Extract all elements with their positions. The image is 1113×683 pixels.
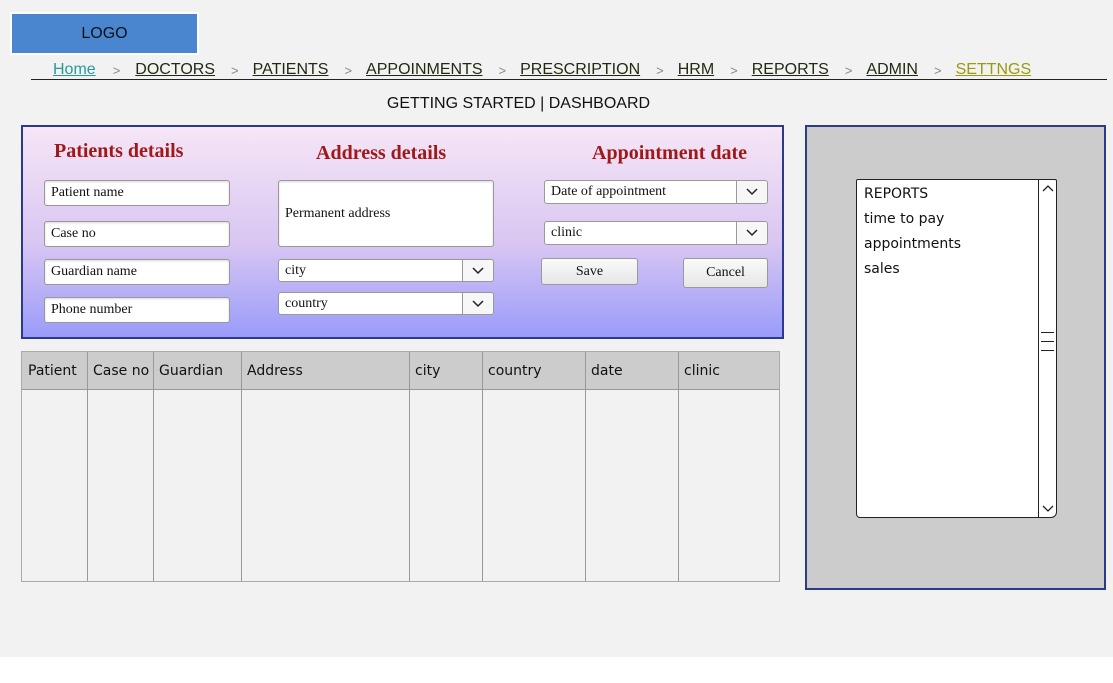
column-header-date[interactable]: date <box>585 352 623 390</box>
list-item-sales[interactable]: sales <box>864 261 900 277</box>
column-divider <box>678 352 679 581</box>
nav-separator: > <box>112 63 121 78</box>
permanent-address-field[interactable]: Permanent address <box>278 180 494 247</box>
page-canvas: LOGO Home > DOCTORS > PATIENTS > APPOINM… <box>0 0 1113 657</box>
permanent-address-placeholder: Permanent address <box>285 205 391 221</box>
nav-item-home[interactable]: Home <box>53 61 96 79</box>
column-divider <box>153 352 154 581</box>
page-subtitle: GETTING STARTED | DASHBOARD <box>386 95 651 112</box>
country-select-value: country <box>285 295 328 311</box>
guardian-name-field[interactable]: Guardian name <box>44 259 230 285</box>
address-details-title: Address details <box>316 142 447 164</box>
chevron-down-icon[interactable] <box>1039 501 1056 517</box>
nav-separator: > <box>231 63 239 78</box>
nav-item-prescription[interactable]: PRESCRIPTION <box>520 61 640 79</box>
phone-number-placeholder: Phone number <box>51 302 133 317</box>
column-divider <box>241 352 242 581</box>
nav-separator: > <box>344 63 353 78</box>
scrollbar-thumb[interactable] <box>1041 332 1054 362</box>
list-item-reports[interactable]: REPORTS <box>864 186 928 202</box>
case-no-field[interactable]: Case no <box>44 221 230 247</box>
patient-form-panel: Patients details Address details Appoint… <box>21 125 784 339</box>
chevron-down-icon[interactable] <box>736 222 767 244</box>
list-item-appointments[interactable]: appointments <box>864 236 961 252</box>
nav-item-reports[interactable]: REPORTS <box>752 61 829 79</box>
chevron-up-icon[interactable] <box>1039 180 1056 196</box>
patient-name-placeholder: Patient name <box>51 185 124 200</box>
nav-item-admin[interactable]: ADMIN <box>866 61 918 79</box>
column-header-address[interactable]: Address <box>241 352 303 390</box>
city-select-value: city <box>285 262 306 278</box>
column-divider <box>482 352 483 581</box>
nav-separator: > <box>656 63 664 78</box>
column-header-country[interactable]: country <box>482 352 542 390</box>
patients-table: Patient Case no Guardian Address city co… <box>21 351 780 582</box>
column-header-patient[interactable]: Patient <box>22 352 77 390</box>
chevron-down-icon[interactable] <box>736 181 767 203</box>
appointment-date-select-value: Date of appointment <box>551 184 667 199</box>
nav-separator: > <box>730 63 738 78</box>
guardian-name-placeholder: Guardian name <box>51 264 137 279</box>
table-header: Patient Case no Guardian Address city co… <box>22 352 779 390</box>
nav-item-appoinments[interactable]: APPOINMENTS <box>366 61 482 79</box>
list-item-time-to-pay[interactable]: time to pay <box>864 211 944 227</box>
column-divider <box>409 352 410 581</box>
save-button[interactable]: Save <box>541 258 638 285</box>
nav-separator: > <box>844 63 853 78</box>
nav-item-hrm[interactable]: HRM <box>678 61 714 79</box>
appointment-date-title: Appointment date <box>592 142 748 164</box>
clinic-select[interactable]: clinic <box>544 221 768 245</box>
appointment-date-select[interactable]: Date of appointment <box>544 180 768 204</box>
case-no-placeholder: Case no <box>51 226 96 241</box>
reports-side-panel: REPORTS time to pay appointments sales <box>805 125 1106 590</box>
column-divider <box>585 352 586 581</box>
nav-item-doctors[interactable]: DOCTORS <box>135 61 215 79</box>
nav-separator: > <box>933 63 942 78</box>
main-nav: Home > DOCTORS > PATIENTS > APPOINMENTS … <box>31 61 1107 80</box>
nav-item-patients[interactable]: PATIENTS <box>253 61 329 79</box>
column-header-guardian[interactable]: Guardian <box>153 352 223 390</box>
phone-number-field[interactable]: Phone number <box>44 297 230 323</box>
nav-separator: > <box>498 63 507 78</box>
nav-item-settings[interactable]: SETTNGS <box>956 61 1032 79</box>
listbox-scrollbar[interactable] <box>1038 180 1056 517</box>
cancel-button[interactable]: Cancel <box>683 258 768 288</box>
logo-text: LOGO <box>81 24 128 42</box>
clinic-select-value: clinic <box>551 225 583 240</box>
column-header-case-no[interactable]: Case no <box>87 352 149 390</box>
country-select[interactable]: country <box>278 292 494 315</box>
patient-name-field[interactable]: Patient name <box>44 180 230 206</box>
chevron-down-icon[interactable] <box>462 293 493 314</box>
logo[interactable]: LOGO <box>10 12 199 55</box>
column-divider <box>87 352 88 581</box>
patients-details-title: Patients details <box>54 140 184 162</box>
column-header-clinic[interactable]: clinic <box>678 352 720 390</box>
column-header-city[interactable]: city <box>409 352 440 390</box>
city-select[interactable]: city <box>278 259 494 282</box>
chevron-down-icon[interactable] <box>462 260 493 281</box>
reports-listbox[interactable]: REPORTS time to pay appointments sales <box>856 179 1057 518</box>
